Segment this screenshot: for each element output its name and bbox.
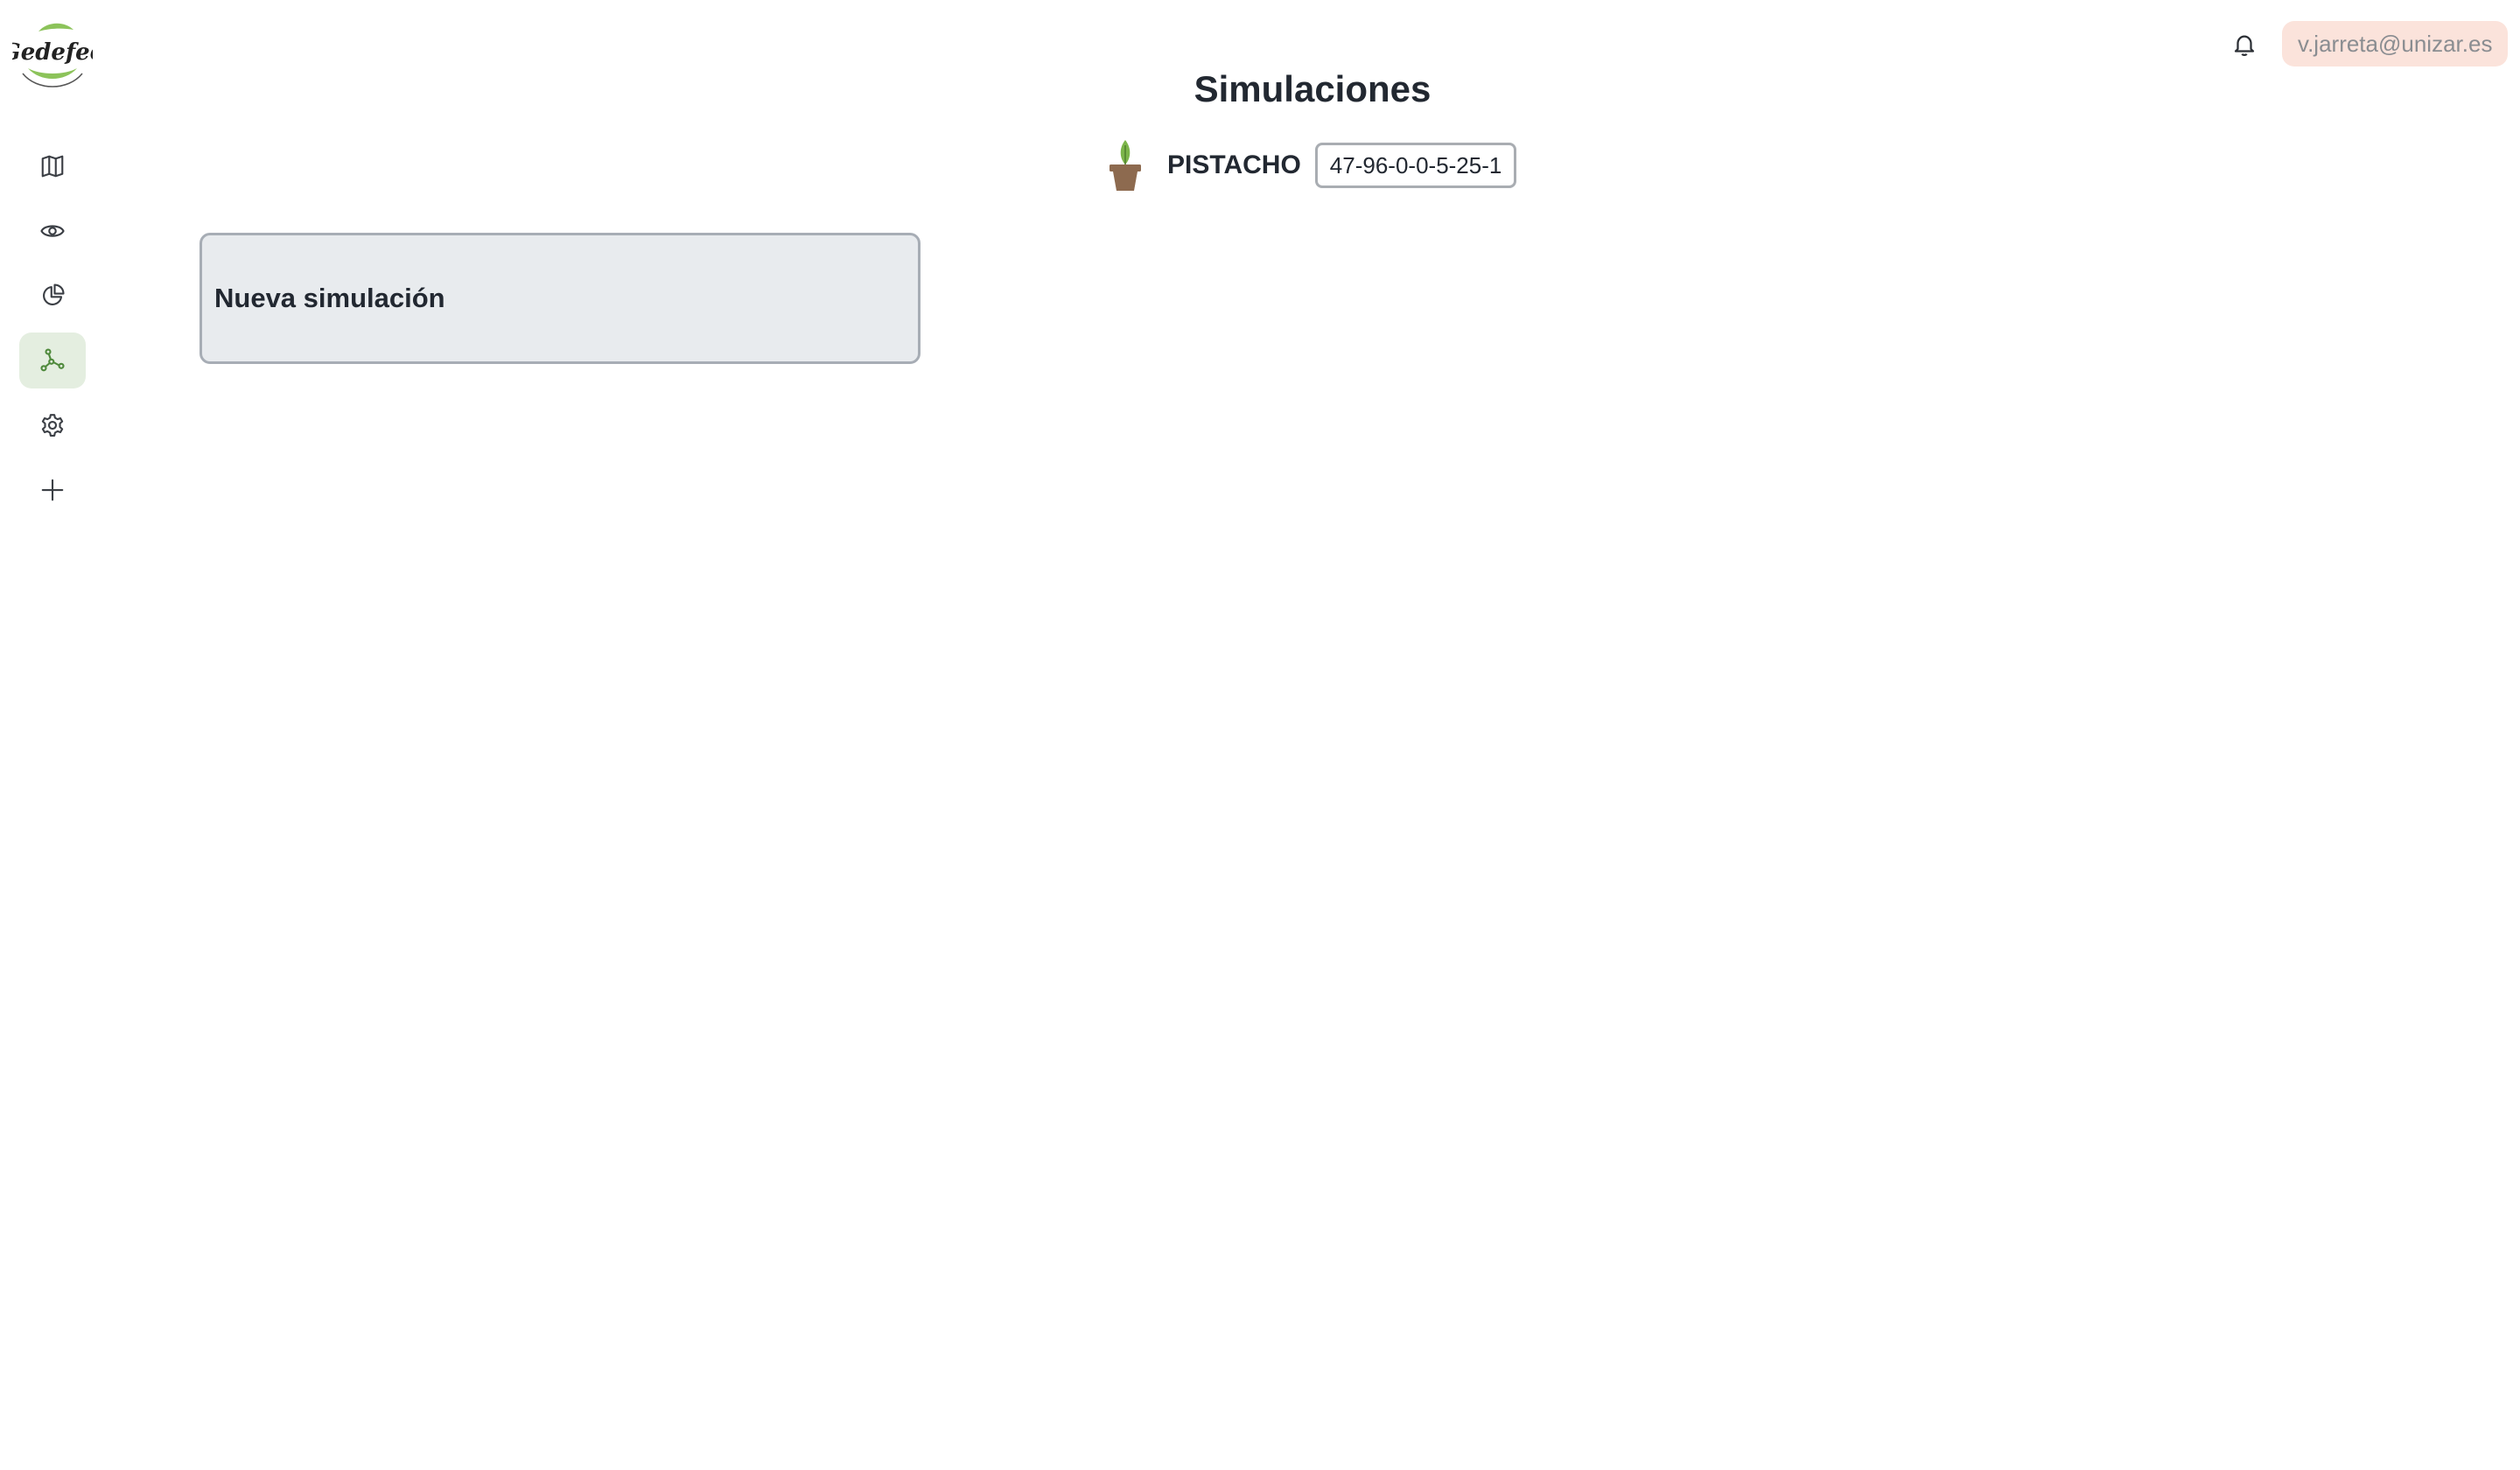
- crop-info: PISTACHO 47-96-0-0-5-25-1: [1104, 138, 1517, 192]
- sidebar-item-map[interactable]: [19, 138, 86, 194]
- gear-icon: [41, 414, 64, 437]
- sidebar-item-charts[interactable]: [19, 268, 86, 324]
- sidebar-item-add[interactable]: [19, 462, 86, 518]
- new-simulation-card[interactable]: Nueva simulación: [200, 233, 920, 364]
- eye-icon: [40, 225, 65, 237]
- user-email: v.jarreta@unizar.es: [2298, 30, 2493, 57]
- pie-chart-icon: [43, 284, 65, 305]
- page-title: Simulaciones: [1194, 68, 1432, 109]
- plus-icon: [41, 479, 64, 501]
- graph-nodes-icon: [40, 348, 65, 372]
- sidebar-item-simulations[interactable]: [19, 332, 86, 388]
- page: Gedefec: [0, 0, 2520, 1470]
- user-menu-button[interactable]: v.jarreta@unizar.es: [2282, 21, 2509, 66]
- bell-icon: [2234, 35, 2255, 56]
- svg-text:Gedefec: Gedefec: [12, 39, 93, 66]
- crop-name: PISTACHO: [1167, 150, 1301, 179]
- potted-plant-icon: [1110, 140, 1141, 191]
- sidebar: Gedefec: [0, 0, 105, 1470]
- crop-code-badge: 47-96-0-0-5-25-1: [1314, 143, 1517, 188]
- sidebar-item-view[interactable]: [19, 203, 86, 259]
- sidebar-item-settings[interactable]: [19, 397, 86, 453]
- new-simulation-label: Nueva simulación: [214, 283, 445, 313]
- notifications-button[interactable]: [2230, 30, 2259, 60]
- map-icon: [41, 155, 64, 178]
